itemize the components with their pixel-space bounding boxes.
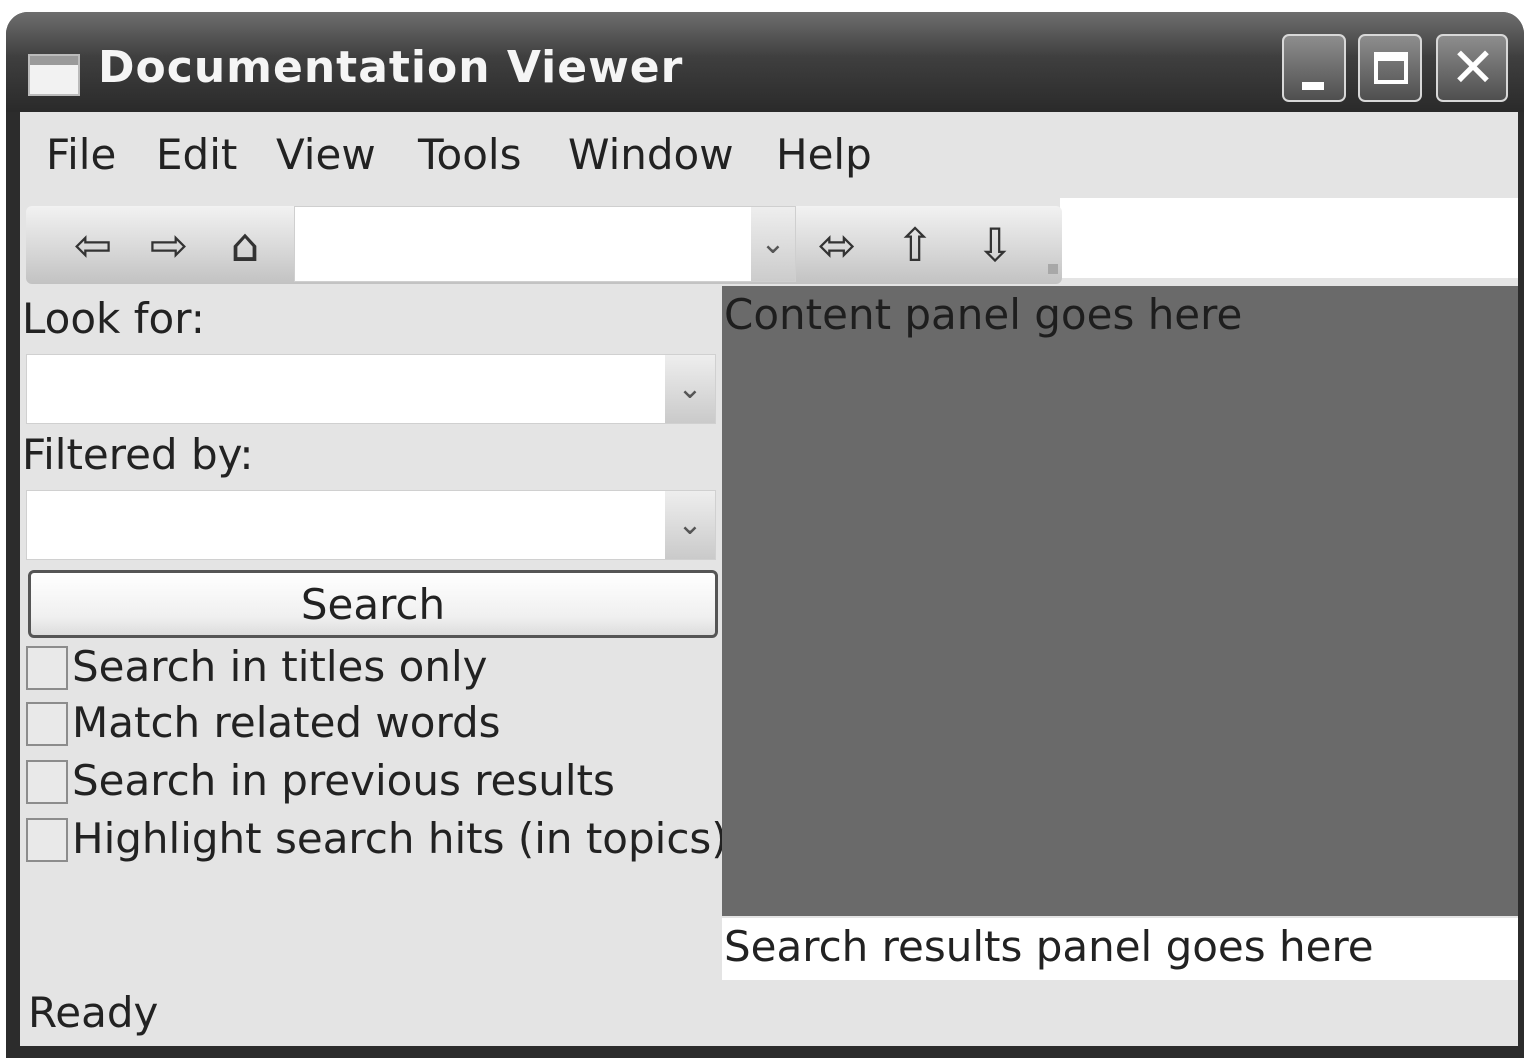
app-window: Documentation Viewer ✕ File Edit View To… bbox=[6, 12, 1524, 1058]
forward-arrow-icon[interactable]: ⇨ bbox=[140, 216, 198, 274]
checkbox[interactable] bbox=[26, 702, 68, 746]
menu-window[interactable]: Window bbox=[568, 130, 734, 179]
previous-topic-up-arrow-icon[interactable]: ⇧ bbox=[886, 216, 944, 274]
look-for-label: Look for: bbox=[22, 294, 205, 343]
menu-edit[interactable]: Edit bbox=[156, 130, 237, 179]
toolbar-empty-area bbox=[1060, 198, 1518, 278]
checkbox[interactable] bbox=[26, 646, 68, 690]
minimize-button[interactable] bbox=[1282, 34, 1346, 102]
checkbox-label: Highlight search hits (in topics) bbox=[72, 814, 728, 863]
checkbox-label: Match related words bbox=[72, 698, 501, 747]
next-topic-down-arrow-icon[interactable]: ⇩ bbox=[966, 216, 1024, 274]
window-title: Documentation Viewer bbox=[98, 42, 684, 93]
results-placeholder-text: Search results panel goes here bbox=[724, 922, 1374, 971]
menu-tools[interactable]: Tools bbox=[418, 130, 521, 179]
menu-bar: File Edit View Tools Window Help bbox=[20, 112, 1518, 198]
toolbar: ⇦ ⇨ ⌂ ⌄ ⬄ ⇧ ⇩ bbox=[26, 206, 1062, 284]
close-button[interactable]: ✕ bbox=[1436, 34, 1508, 102]
toolbar-grip-icon[interactable] bbox=[1048, 264, 1058, 274]
sync-contents-icon[interactable]: ⬄ bbox=[808, 216, 866, 274]
checkbox[interactable] bbox=[26, 818, 68, 862]
app-window-icon bbox=[28, 54, 80, 96]
look-for-chevron-down-icon[interactable]: ⌄ bbox=[665, 355, 715, 423]
minimize-icon bbox=[1302, 82, 1324, 90]
checkbox-label: Search in previous results bbox=[72, 756, 615, 805]
filtered-by-label: Filtered by: bbox=[22, 430, 254, 479]
content-placeholder-text: Content panel goes here bbox=[724, 290, 1243, 339]
filtered-by-combo[interactable]: ⌄ bbox=[26, 490, 716, 560]
address-dropdown-chevron-down-icon[interactable]: ⌄ bbox=[751, 207, 795, 281]
menu-help[interactable]: Help bbox=[776, 130, 872, 179]
menu-file[interactable]: File bbox=[46, 130, 116, 179]
content-panel[interactable]: Content panel goes here bbox=[722, 286, 1518, 916]
back-arrow-icon[interactable]: ⇦ bbox=[64, 216, 122, 274]
search-results-panel[interactable]: Search results panel goes here bbox=[722, 918, 1518, 980]
address-combo[interactable]: ⌄ bbox=[294, 206, 796, 282]
filtered-by-chevron-down-icon[interactable]: ⌄ bbox=[665, 491, 715, 559]
search-button[interactable]: Search bbox=[28, 570, 718, 638]
status-bar-text: Ready bbox=[28, 988, 159, 1037]
maximize-button[interactable] bbox=[1358, 34, 1422, 102]
close-icon: ✕ bbox=[1450, 36, 1496, 99]
client-area: File Edit View Tools Window Help ⇦ ⇨ ⌂ ⌄… bbox=[20, 112, 1518, 1046]
checkbox-label: Search in titles only bbox=[72, 642, 488, 691]
menu-view[interactable]: View bbox=[276, 130, 376, 179]
maximize-icon bbox=[1374, 52, 1408, 84]
home-icon[interactable]: ⌂ bbox=[216, 216, 274, 274]
look-for-combo[interactable]: ⌄ bbox=[26, 354, 716, 424]
search-panel: Look for: ⌄ Filtered by: ⌄ Search Search… bbox=[20, 286, 728, 986]
checkbox[interactable] bbox=[26, 760, 68, 804]
title-bar[interactable]: Documentation Viewer ✕ bbox=[6, 12, 1524, 112]
